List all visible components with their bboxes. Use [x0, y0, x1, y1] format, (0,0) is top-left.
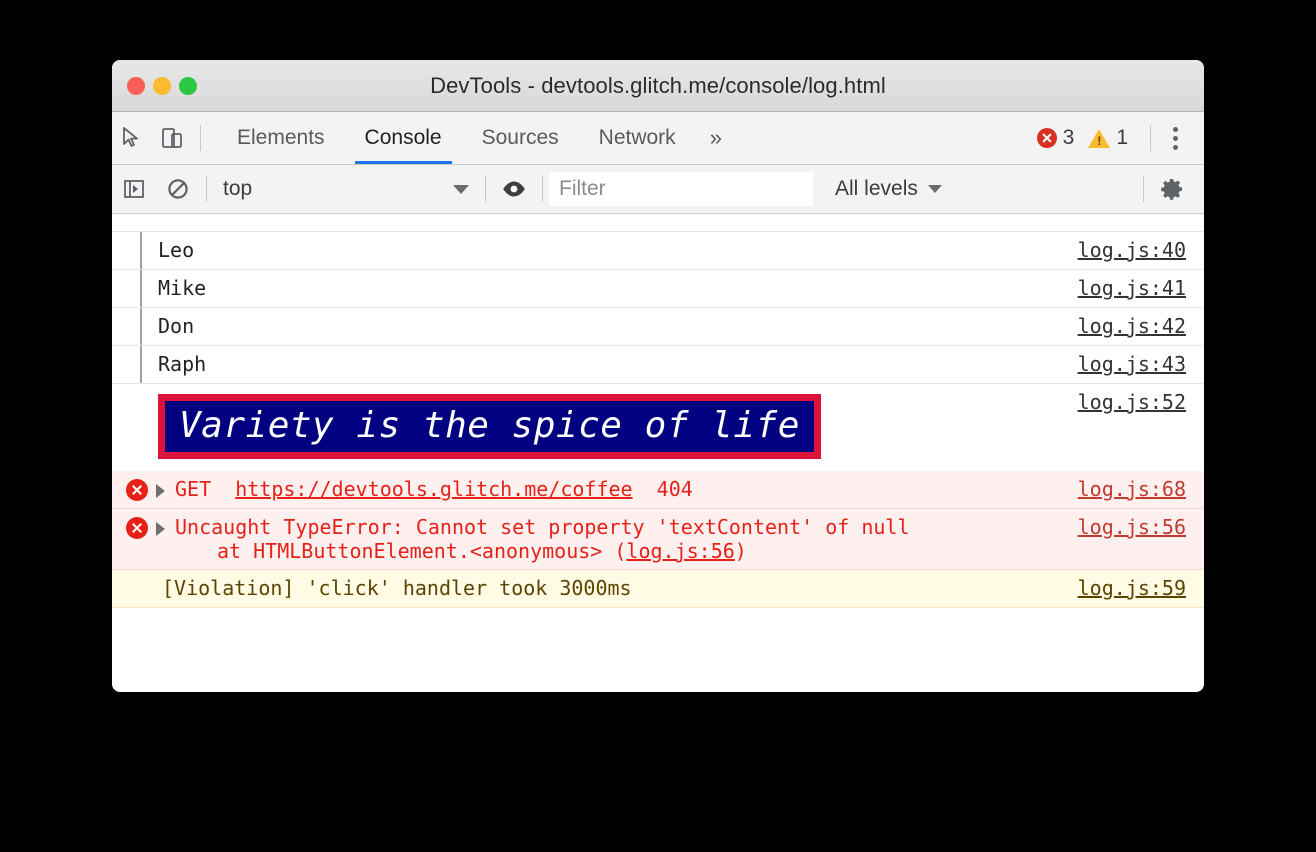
- window-titlebar: DevTools - devtools.glitch.me/console/lo…: [112, 60, 1204, 112]
- source-link[interactable]: log.js:42: [1078, 308, 1204, 344]
- window-title: DevTools - devtools.glitch.me/console/lo…: [112, 73, 1204, 99]
- source-link[interactable]: log.js:43: [1078, 346, 1204, 382]
- error-count: 3: [1063, 126, 1075, 150]
- toolbar-divider-2: [485, 176, 486, 202]
- cursor-select-icon[interactable]: [112, 118, 152, 158]
- console-sidebar-icon[interactable]: [112, 167, 156, 211]
- warning-count: 1: [1116, 126, 1128, 150]
- devtools-window: DevTools - devtools.glitch.me/console/lo…: [112, 60, 1204, 692]
- source-link[interactable]: log.js:40: [1078, 232, 1204, 268]
- screen: DevTools - devtools.glitch.me/console/lo…: [0, 0, 1316, 852]
- gear-icon[interactable]: [1150, 167, 1194, 211]
- console-row-cutoff[interactable]: [112, 214, 1204, 232]
- console-prompt[interactable]: ›: [112, 608, 1204, 615]
- expand-triangle-icon[interactable]: [156, 484, 165, 498]
- styled-message-box: Variety is the spice of life: [158, 394, 821, 459]
- toolbar-right-area: [1137, 165, 1204, 213]
- expand-triangle-icon[interactable]: [156, 522, 165, 536]
- source-link[interactable]: log.js:56: [1078, 509, 1204, 545]
- source-link[interactable]: log.js:59: [1078, 570, 1204, 606]
- console-row-error-network[interactable]: GET https://devtools.glitch.me/coffee 40…: [112, 471, 1204, 509]
- console-row-styled[interactable]: Variety is the spice of life log.js:52: [112, 384, 1204, 471]
- toolbar-divider-1: [206, 176, 207, 202]
- console-message-list[interactable]: Leo log.js:40 Mike log.js:41 Don log.js:…: [112, 214, 1204, 615]
- console-row[interactable]: Raph log.js:43: [112, 346, 1204, 384]
- log-level-selector[interactable]: All levels: [835, 177, 942, 201]
- error-icon: [126, 479, 148, 501]
- request-url[interactable]: https://devtools.glitch.me/coffee: [235, 477, 632, 501]
- console-message-text: Mike: [112, 270, 1078, 306]
- toolbar-divider-4: [1143, 176, 1144, 202]
- toolbar-divider-3: [542, 176, 543, 202]
- device-toolbar-icon[interactable]: [152, 118, 192, 158]
- console-message-text: GET https://devtools.glitch.me/coffee 40…: [171, 471, 1078, 507]
- tab-elements[interactable]: Elements: [217, 112, 345, 164]
- console-styled-message: Variety is the spice of life: [112, 384, 1078, 471]
- stack-source-link[interactable]: log.js:56: [626, 539, 734, 563]
- more-tabs-button[interactable]: »: [696, 112, 736, 164]
- live-expression-eye-icon[interactable]: [492, 167, 536, 211]
- tab-network[interactable]: Network: [579, 112, 696, 164]
- zoom-button[interactable]: [179, 77, 197, 95]
- console-message-text: Raph: [112, 346, 1078, 382]
- error-icon: [126, 517, 148, 539]
- status-divider: [1150, 125, 1151, 151]
- panel-tabs: Elements Console Sources Network »: [217, 112, 736, 164]
- styled-message-text: Variety is the spice of life: [179, 405, 800, 446]
- status-code: 404: [657, 477, 693, 501]
- console-row[interactable]: Leo log.js:40: [112, 232, 1204, 270]
- execution-context-label: top: [223, 177, 252, 201]
- tabbar-status-area: 3 ! 1: [1037, 112, 1194, 164]
- console-row-error-exception[interactable]: Uncaught TypeError: Cannot set property …: [112, 509, 1204, 570]
- console-message-text: [Violation] 'click' handler took 3000ms: [112, 570, 1078, 606]
- console-toolbar: top All levels: [112, 165, 1204, 214]
- chevron-down-icon: [453, 185, 469, 194]
- console-message-text: Leo: [112, 232, 1078, 268]
- source-link[interactable]: log.js:41: [1078, 270, 1204, 306]
- tab-console[interactable]: Console: [345, 112, 462, 164]
- source-link[interactable]: log.js:52: [1078, 384, 1204, 420]
- kebab-menu-icon[interactable]: [1159, 127, 1194, 150]
- execution-context-selector[interactable]: top: [213, 172, 479, 206]
- console-row-warning[interactable]: [Violation] 'click' handler took 3000ms …: [112, 570, 1204, 608]
- warning-count-group[interactable]: ! 1: [1088, 126, 1136, 150]
- devtools-tabbar: Elements Console Sources Network » 3 ! 1: [112, 112, 1204, 165]
- console-row[interactable]: Don log.js:42: [112, 308, 1204, 346]
- minimize-button[interactable]: [153, 77, 171, 95]
- log-level-label: All levels: [835, 177, 918, 201]
- window-controls: [127, 77, 197, 95]
- stack-trace-line: at HTMLButtonElement.<anonymous> (log.js…: [175, 539, 1078, 563]
- stack-prefix: at HTMLButtonElement.<anonymous> (: [217, 539, 626, 563]
- filter-input[interactable]: [549, 172, 813, 206]
- error-icon: [1037, 128, 1057, 148]
- clear-console-icon[interactable]: [156, 167, 200, 211]
- console-message-text: Don: [112, 308, 1078, 344]
- console-message-text: Uncaught TypeError: Cannot set property …: [171, 509, 1078, 569]
- error-count-group[interactable]: 3: [1037, 126, 1083, 150]
- chevron-down-icon: [928, 185, 942, 193]
- exception-text: Uncaught TypeError: Cannot set property …: [175, 515, 910, 539]
- close-button[interactable]: [127, 77, 145, 95]
- stack-suffix: ): [735, 539, 747, 563]
- console-row[interactable]: Mike log.js:41: [112, 270, 1204, 308]
- source-link[interactable]: log.js:68: [1078, 471, 1204, 507]
- console-group: Leo log.js:40 Mike log.js:41 Don log.js:…: [112, 232, 1204, 384]
- warning-icon: !: [1088, 129, 1110, 148]
- http-method: GET: [175, 477, 211, 501]
- tab-sources[interactable]: Sources: [462, 112, 579, 164]
- tabbar-divider: [200, 125, 201, 151]
